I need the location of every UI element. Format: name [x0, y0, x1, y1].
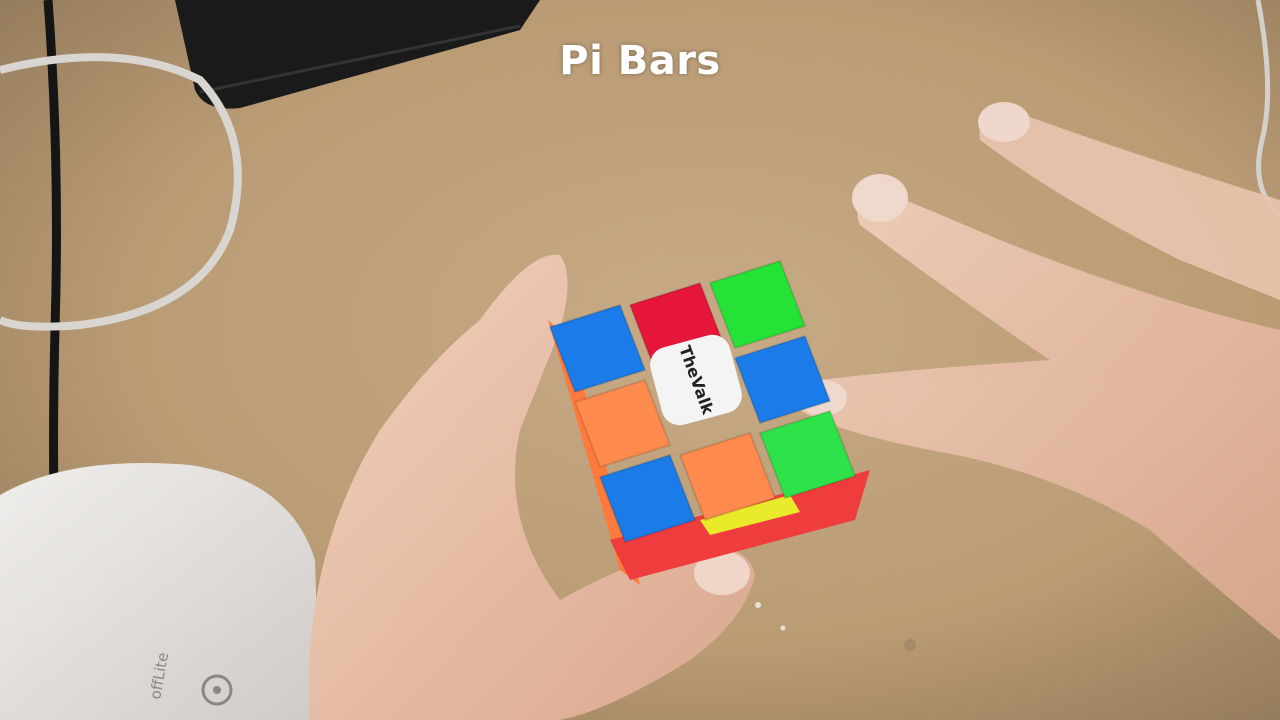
fingernail — [978, 102, 1030, 142]
power-icon-dot — [213, 686, 221, 694]
fingernail — [852, 174, 908, 222]
video-caption: Pi Bars — [559, 38, 721, 84]
video-frame: offLite TheValk — [0, 0, 1280, 720]
desk-speck — [755, 602, 761, 608]
desk-speck — [780, 625, 786, 631]
desk-speck — [904, 639, 916, 651]
